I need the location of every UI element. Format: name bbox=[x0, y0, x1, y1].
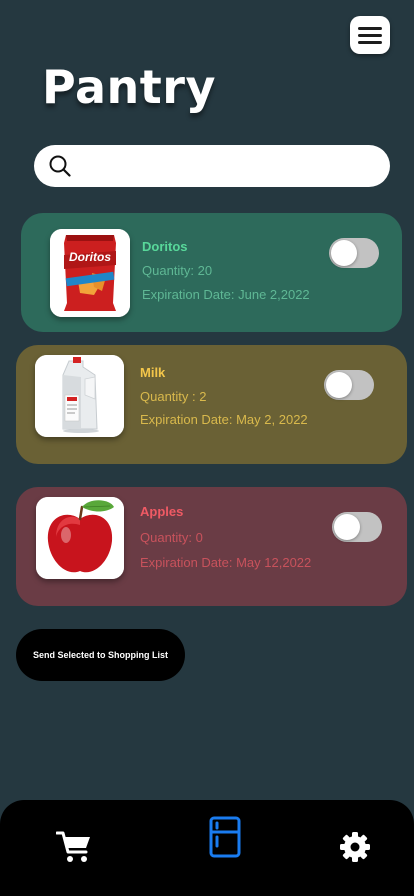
send-to-shopping-list-button[interactable]: Send Selected to Shopping List bbox=[16, 629, 185, 681]
svg-text:Doritos: Doritos bbox=[69, 250, 111, 264]
toggle-knob bbox=[331, 240, 357, 266]
search-icon bbox=[49, 155, 71, 177]
item-expiration-date: Expiration Date: May 2, 2022 bbox=[140, 412, 308, 427]
item-expiration-date: Expiration Date: May 12,2022 bbox=[140, 555, 312, 570]
select-toggle[interactable] bbox=[329, 238, 379, 268]
item-quantity: Quantity: 0 bbox=[140, 530, 203, 545]
item-name: Doritos bbox=[142, 239, 188, 254]
select-toggle[interactable] bbox=[324, 370, 374, 400]
toggle-knob bbox=[334, 514, 360, 540]
apple-image bbox=[36, 497, 124, 579]
menu-button[interactable] bbox=[350, 16, 390, 54]
select-toggle[interactable] bbox=[332, 512, 382, 542]
search-bar[interactable] bbox=[34, 145, 390, 189]
pantry-item-doritos[interactable]: Doritos Doritos Quantity: 20 Expiration … bbox=[21, 213, 402, 332]
pantry-item-milk[interactable]: Milk Quantity : 2 Expiration Date: May 2… bbox=[16, 345, 407, 464]
milk-image bbox=[35, 355, 124, 437]
toggle-knob bbox=[326, 372, 352, 398]
page-title: Pantry bbox=[42, 60, 216, 114]
shopping-cart-icon[interactable] bbox=[56, 830, 92, 864]
hamburger-menu-icon bbox=[358, 27, 382, 30]
item-expiration-date: Expiration Date: June 2,2022 bbox=[142, 287, 310, 302]
gear-icon[interactable] bbox=[339, 831, 371, 863]
hamburger-menu-icon-bar bbox=[358, 41, 382, 44]
pantry-item-apples[interactable]: Apples Quantity: 0 Expiration Date: May … bbox=[16, 487, 407, 606]
bottom-nav bbox=[0, 800, 414, 896]
item-quantity: Quantity: 20 bbox=[142, 263, 213, 278]
search-input[interactable] bbox=[84, 145, 378, 189]
fridge-icon[interactable] bbox=[209, 816, 241, 858]
item-quantity: Quantity : 2 bbox=[140, 389, 207, 404]
item-name: Apples bbox=[140, 504, 184, 519]
hamburger-menu-icon-bar bbox=[358, 34, 382, 37]
item-name: Milk bbox=[140, 365, 166, 380]
doritos-image: Doritos bbox=[50, 229, 130, 317]
